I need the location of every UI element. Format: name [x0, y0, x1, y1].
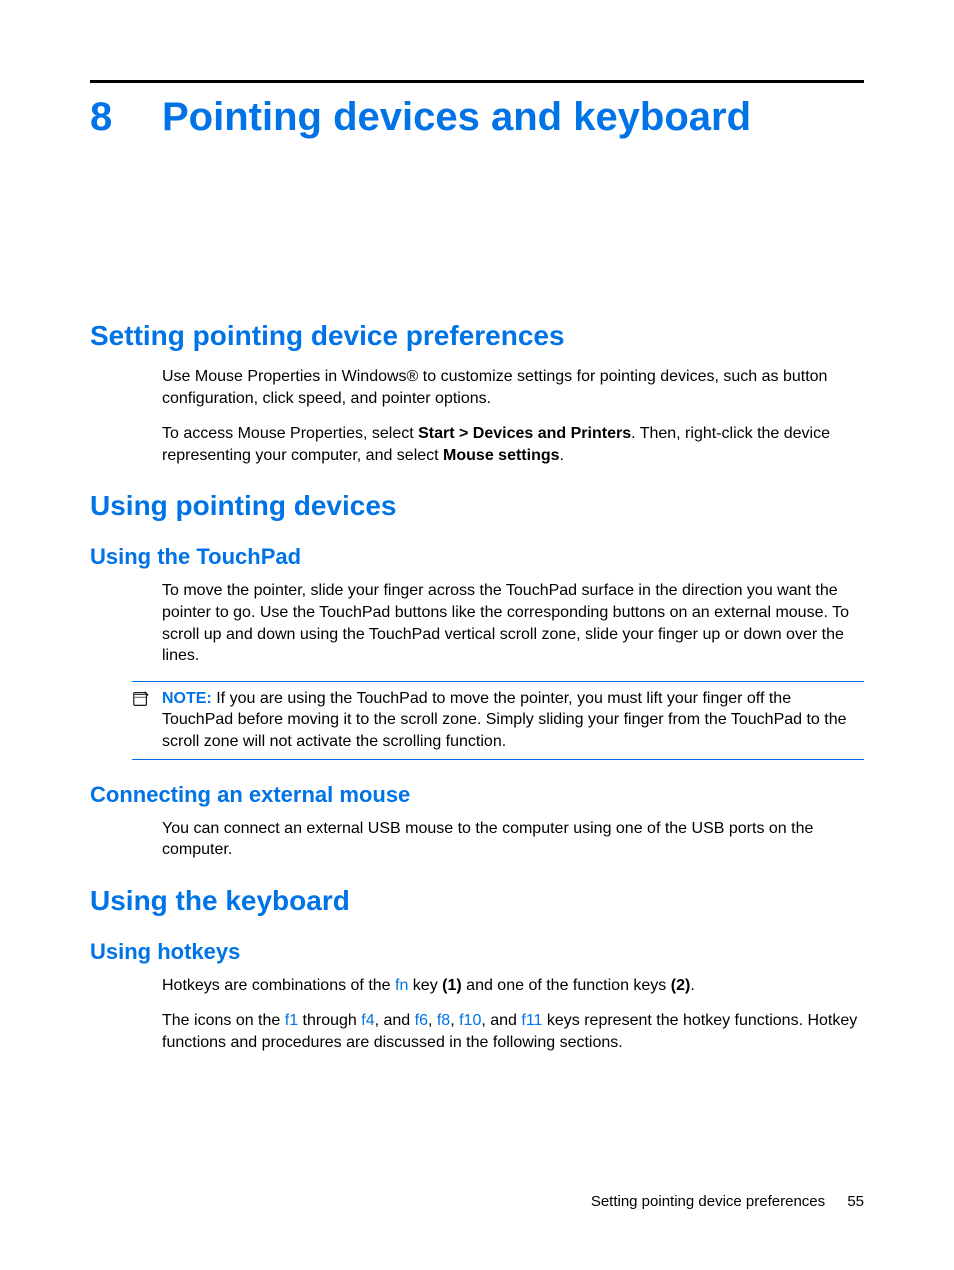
subheading-hotkeys: Using hotkeys: [90, 939, 864, 965]
paragraph: To move the pointer, slide your finger a…: [162, 580, 864, 666]
bold-text: (2): [671, 977, 691, 994]
key-f1: f1: [285, 1012, 298, 1029]
subheading-touchpad: Using the TouchPad: [90, 544, 864, 570]
key-f10: f10: [459, 1012, 481, 1029]
paragraph: The icons on the f1 through f4, and f6, …: [162, 1010, 864, 1053]
chapter-title: Pointing devices and keyboard: [162, 95, 751, 140]
paragraph: Hotkeys are combinations of the fn key (…: [162, 975, 864, 997]
paragraph: You can connect an external USB mouse to…: [162, 818, 864, 861]
text: , and: [481, 1012, 521, 1029]
note-block: NOTE: If you are using the TouchPad to m…: [132, 681, 864, 760]
text: To access Mouse Properties, select: [162, 425, 418, 442]
text: through: [298, 1012, 361, 1029]
note-content: NOTE: If you are using the TouchPad to m…: [162, 688, 864, 753]
paragraph: To access Mouse Properties, select Start…: [162, 423, 864, 466]
footer-section: Setting pointing device preferences: [591, 1193, 825, 1210]
chapter-header: 8 Pointing devices and keyboard: [90, 95, 864, 140]
bold-text: Mouse settings: [443, 447, 559, 464]
key-f8: f8: [437, 1012, 450, 1029]
text: key: [408, 977, 442, 994]
note-text: If you are using the TouchPad to move th…: [162, 690, 847, 750]
footer-page-number: 55: [847, 1193, 864, 1210]
heading-setting-preferences: Setting pointing device preferences: [90, 320, 864, 352]
text: .: [690, 977, 694, 994]
key-f6: f6: [415, 1012, 428, 1029]
paragraph: Use Mouse Properties in Windows® to cust…: [162, 366, 864, 409]
note-label: NOTE:: [162, 690, 212, 707]
chapter-rule: [90, 80, 864, 83]
note-icon: [132, 690, 156, 713]
key-fn: fn: [395, 977, 408, 994]
text: The icons on the: [162, 1012, 285, 1029]
text: and one of the function keys: [462, 977, 671, 994]
bold-text: (1): [442, 977, 462, 994]
bold-text: Start > Devices and Printers: [418, 425, 631, 442]
page-footer: Setting pointing device preferences 55: [591, 1193, 864, 1210]
subheading-external-mouse: Connecting an external mouse: [90, 782, 864, 808]
key-f4: f4: [361, 1012, 374, 1029]
text: .: [560, 447, 564, 464]
text: ,: [450, 1012, 459, 1029]
text: , and: [375, 1012, 415, 1029]
heading-using-pointing-devices: Using pointing devices: [90, 490, 864, 522]
text: ,: [428, 1012, 437, 1029]
heading-using-keyboard: Using the keyboard: [90, 885, 864, 917]
key-f11: f11: [521, 1012, 542, 1029]
text: Hotkeys are combinations of the: [162, 977, 395, 994]
chapter-number: 8: [90, 95, 162, 140]
